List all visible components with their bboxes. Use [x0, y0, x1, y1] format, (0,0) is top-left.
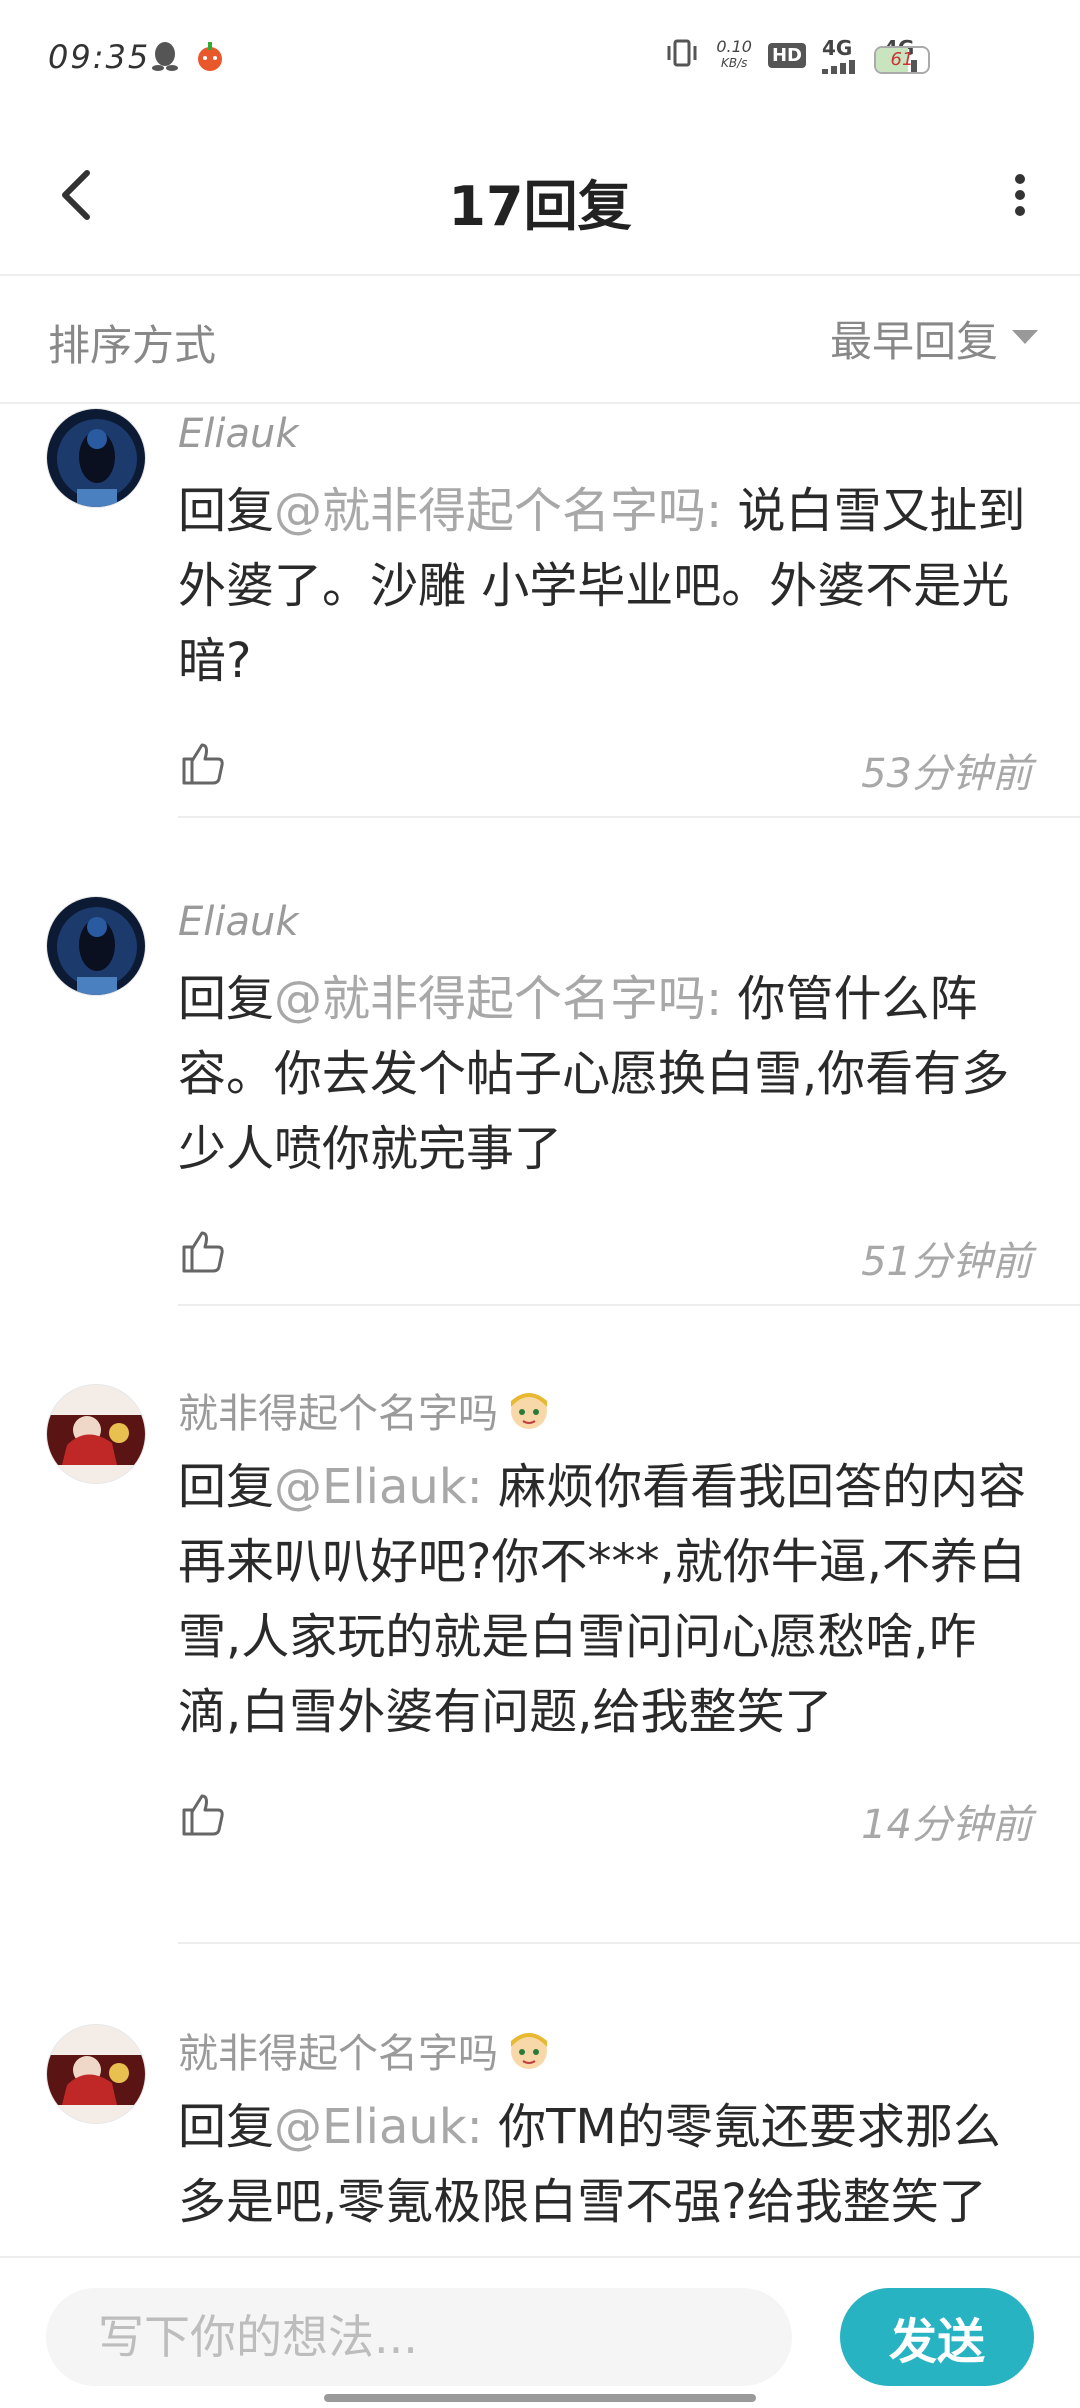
network-speed-value: 0.10	[716, 37, 752, 56]
comment-list[interactable]: Eliauk 回复@就非得起个名字吗: 说白雪又扯到外婆了。沙雕 小学毕业吧。外…	[0, 404, 1080, 2256]
comment-time: 53分钟前	[861, 751, 1032, 797]
network-speed-unit: KB/s	[720, 56, 748, 70]
send-button[interactable]: 发送	[840, 2288, 1034, 2386]
sort-dropdown[interactable]: 最早回复	[830, 308, 1038, 368]
comment-author[interactable]: Eliauk	[178, 404, 1032, 464]
like-button[interactable]	[178, 739, 226, 787]
page-title: 17回复	[448, 175, 632, 238]
reply-mention[interactable]: @Eliauk:	[274, 1459, 483, 1515]
network-speed: 0.10 KB/s	[716, 39, 752, 71]
reply-mention[interactable]: @就非得起个名字吗:	[274, 971, 722, 1027]
thumbs-up-icon	[182, 1231, 224, 1273]
sort-value: 最早回复	[829, 316, 998, 366]
hd-label: HD	[767, 42, 806, 68]
composer: 发送	[0, 2256, 1080, 2408]
avatar[interactable]	[46, 408, 146, 508]
vibrate-icon	[664, 37, 700, 73]
signal-icon: 4G	[822, 36, 868, 74]
qq-penguin-icon	[150, 40, 180, 76]
header: 17回复	[0, 120, 1080, 276]
status-notifications	[150, 40, 226, 76]
comment-author[interactable]: 就非得起个名字吗	[178, 2021, 498, 2079]
comment-text: 回复@Eliauk: 你TM的零氪还要求那么多是吧,零氪极限白雪不强?给我整笑了	[178, 2090, 1032, 2240]
comment-input[interactable]	[46, 2288, 792, 2386]
comment-author-row: 就非得起个名字吗	[178, 1380, 1032, 1440]
avatar[interactable]	[46, 2024, 146, 2124]
comment-author[interactable]: 就非得起个名字吗	[178, 1381, 498, 1439]
avatar[interactable]	[46, 896, 146, 996]
reply-prefix: 回复	[178, 1459, 275, 1515]
more-button[interactable]	[990, 160, 1050, 230]
sort-bar: 排序方式 最早回复	[0, 278, 1080, 404]
avatar[interactable]	[46, 1384, 146, 1484]
battery-level: 61	[890, 49, 914, 70]
divider	[178, 1304, 1080, 1306]
more-vertical-icon	[1015, 174, 1025, 216]
divider	[178, 1942, 1080, 1944]
comment-author-row: 就非得起个名字吗	[178, 2020, 1032, 2080]
comment-time: 51分钟前	[861, 1239, 1032, 1285]
network-type-1: 4G	[822, 36, 853, 60]
comment-text: 回复@Eliauk: 麻烦你看看我回答的内容再来叭叭好吧?你不***,就你牛逼,…	[178, 1450, 1032, 1750]
user-badge-icon	[511, 1393, 547, 1429]
status-time: 09:35	[48, 38, 151, 76]
user-badge-icon	[511, 2033, 547, 2069]
comment-body: Eliauk 回复@就非得起个名字吗: 说白雪又扯到外婆了。沙雕 小学毕业吧。外…	[178, 404, 1032, 807]
sort-label: 排序方式	[48, 321, 217, 370]
reply-mention[interactable]: @就非得起个名字吗:	[274, 483, 722, 539]
like-button[interactable]	[178, 1227, 226, 1275]
reply-prefix: 回复	[178, 483, 275, 539]
reply-prefix: 回复	[178, 971, 275, 1027]
comment-body: Eliauk 回复@就非得起个名字吗: 你管什么阵容。你去发个帖子心愿换白雪,你…	[178, 892, 1032, 1295]
comment-text: 回复@就非得起个名字吗: 你管什么阵容。你去发个帖子心愿换白雪,你看有多少人喷你…	[178, 962, 1032, 1187]
thumbs-up-icon	[182, 1794, 224, 1836]
reply-mention[interactable]: @Eliauk:	[274, 2099, 483, 2155]
comment-footer: 51分钟前	[178, 1205, 1032, 1295]
comment-body: 就非得起个名字吗 回复@Eliauk: 你TM的零氪还要求那么多是吧,零氪极限白…	[178, 2020, 1032, 2240]
reply-prefix: 回复	[178, 2099, 275, 2155]
home-indicator[interactable]	[324, 2394, 756, 2402]
hd-icon: HD	[767, 42, 806, 68]
app-notification-icon	[194, 40, 226, 76]
thumbs-up-icon	[182, 743, 224, 785]
comment-footer: 14分钟前	[178, 1768, 1032, 1858]
caret-down-icon	[1012, 330, 1038, 344]
comment-time: 14分钟前	[861, 1802, 1032, 1848]
like-button[interactable]	[178, 1790, 226, 1838]
divider	[178, 816, 1080, 818]
comment-footer: 53分钟前	[178, 717, 1032, 807]
battery-icon: 61	[874, 46, 930, 74]
status-bar: 09:35 0.10 KB/s HD 4G 4G 61	[0, 0, 1080, 120]
comment-text: 回复@就非得起个名字吗: 说白雪又扯到外婆了。沙雕 小学毕业吧。外婆不是光暗?	[178, 474, 1032, 699]
comment-author[interactable]: Eliauk	[178, 892, 1032, 952]
comment-body: 就非得起个名字吗 回复@Eliauk: 麻烦你看看我回答的内容再来叭叭好吧?你不…	[178, 1380, 1032, 1858]
